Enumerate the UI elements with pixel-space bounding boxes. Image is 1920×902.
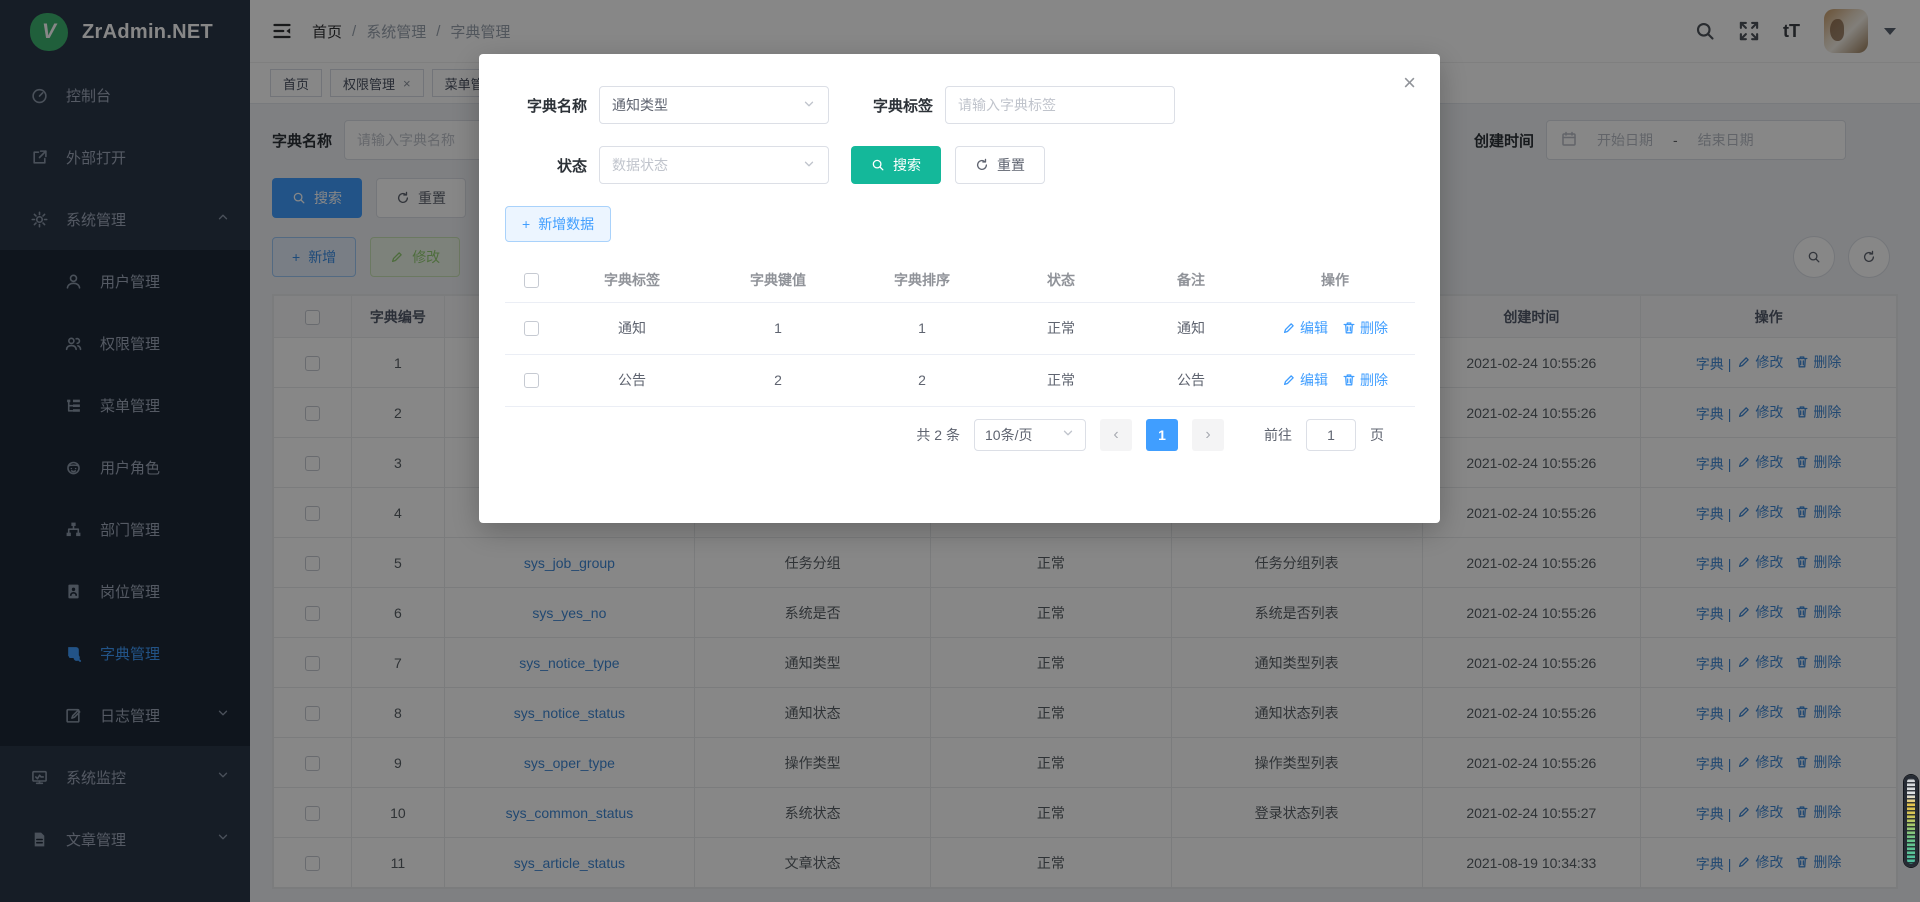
dialog-dict-tag-input[interactable]: 请输入字典标签 [945, 86, 1175, 124]
dict-value-cell: 1 [707, 302, 849, 354]
chevron-down-icon [1061, 426, 1075, 443]
dialog-filter-row-1: 字典名称 通知类型 字典标签 请输入字典标签 [505, 86, 1414, 124]
trash-icon [1342, 373, 1356, 387]
goto-page-input[interactable]: 1 [1306, 419, 1356, 451]
delete-row-link[interactable]: 删除 [1342, 318, 1388, 338]
page-size-select[interactable]: 10条/页 [974, 419, 1086, 451]
add-dict-data-button[interactable]: + 新增数据 [505, 206, 611, 242]
dialog-reset-button[interactable]: 重置 [955, 146, 1045, 184]
dialog-dict-name-label: 字典名称 [505, 95, 587, 116]
close-dialog-icon[interactable]: × [1403, 72, 1416, 94]
col-remark: 备注 [1127, 258, 1255, 302]
dialog-select-all-checkbox[interactable] [524, 273, 539, 288]
dialog-status-select[interactable]: 数据状态 [599, 146, 829, 184]
dialog-pagination: 共 2 条 10条/页 ‹ 1 › 前往 1 页 [505, 419, 1414, 451]
dict-sort-cell: 1 [849, 302, 995, 354]
remark-cell: 通知 [1127, 302, 1255, 354]
dialog-status-label: 状态 [505, 155, 587, 176]
current-page-button[interactable]: 1 [1146, 419, 1178, 451]
dict-tag-cell: 通知 [557, 302, 707, 354]
pencil-icon [1282, 373, 1296, 387]
dialog-row-checkbox[interactable] [524, 373, 539, 388]
trash-icon [1342, 321, 1356, 335]
status-cell: 正常 [995, 302, 1127, 354]
dict-data-table: 字典标签 字典键值 字典排序 状态 备注 操作 通知 1 1 正常 通知 编辑删… [505, 258, 1415, 407]
dict-data-dialog: × 字典名称 通知类型 字典标签 请输入字典标签 状态 数据状态 搜索 重置 [479, 54, 1440, 523]
total-count: 共 2 条 [916, 425, 960, 445]
delete-row-link[interactable]: 删除 [1342, 370, 1388, 390]
scrollbar-thumb[interactable] [1904, 775, 1918, 867]
action-cell: 编辑删除 [1255, 354, 1415, 406]
col-dict-sort: 字典排序 [849, 258, 995, 302]
prev-page-button[interactable]: ‹ [1100, 419, 1132, 451]
col-status: 状态 [995, 258, 1127, 302]
chevron-down-icon [802, 157, 816, 174]
dict-value-cell: 2 [707, 354, 849, 406]
dialog-table-row: 公告 2 2 正常 公告 编辑删除 [505, 354, 1415, 406]
dialog-dict-tag-label: 字典标签 [851, 95, 933, 116]
dialog-dict-name-select[interactable]: 通知类型 [599, 86, 829, 124]
goto-suffix-label: 页 [1370, 425, 1384, 445]
dict-tag-cell: 公告 [557, 354, 707, 406]
dialog-row-checkbox[interactable] [524, 321, 539, 336]
dialog-filter-row-2: 状态 数据状态 搜索 重置 [505, 146, 1414, 184]
next-page-button[interactable]: › [1192, 419, 1224, 451]
dialog-table-row: 通知 1 1 正常 通知 编辑删除 [505, 302, 1415, 354]
edit-row-link[interactable]: 编辑 [1282, 318, 1328, 338]
dict-sort-cell: 2 [849, 354, 995, 406]
col-action: 操作 [1255, 258, 1415, 302]
pencil-icon [1282, 321, 1296, 335]
dialog-search-button[interactable]: 搜索 [851, 146, 941, 184]
col-dict-tag: 字典标签 [557, 258, 707, 302]
status-cell: 正常 [995, 354, 1127, 406]
edit-row-link[interactable]: 编辑 [1282, 370, 1328, 390]
goto-label: 前往 [1264, 425, 1292, 445]
action-cell: 编辑删除 [1255, 302, 1415, 354]
remark-cell: 公告 [1127, 354, 1255, 406]
chevron-down-icon [802, 97, 816, 114]
col-dict-value: 字典键值 [707, 258, 849, 302]
